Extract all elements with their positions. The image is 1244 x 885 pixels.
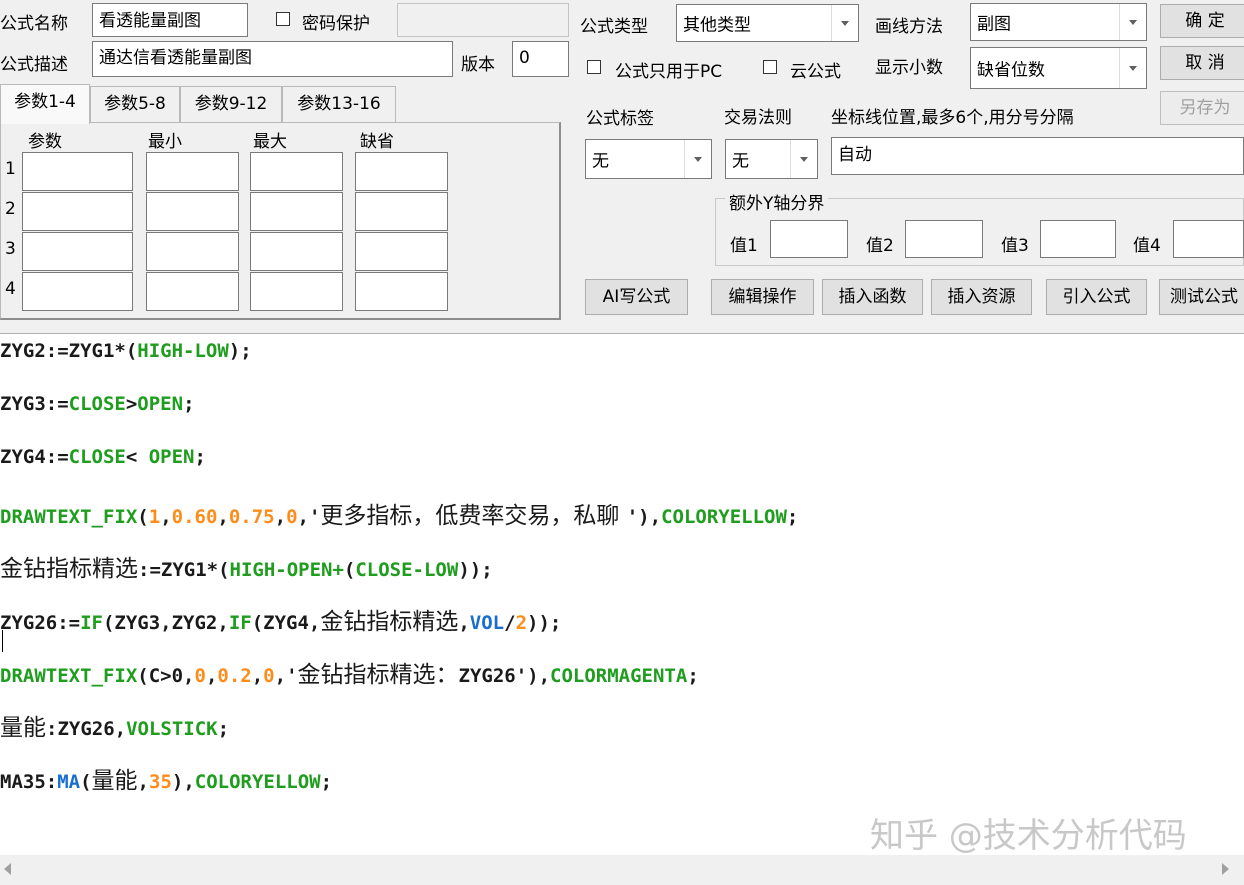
- code-line-3: ZYG4:=CLOSE< OPEN;: [0, 446, 206, 468]
- tab-params-13-16[interactable]: 参数13-16: [282, 86, 396, 122]
- code-line-5: 金钻指标精选:=ZYG1*(HIGH-OPEN+(CLOSE-LOW));: [0, 556, 493, 582]
- param-row-number: 3: [5, 239, 16, 259]
- chevron-down-icon: [790, 140, 817, 178]
- y-value-4-input[interactable]: [1173, 220, 1244, 258]
- formula-type-label: 公式类型: [580, 17, 648, 37]
- scroll-right-icon[interactable]: [1222, 863, 1229, 875]
- chevron-down-icon: [1119, 48, 1146, 88]
- pc-only-label: 公式只用于PC: [615, 62, 723, 82]
- param-2-max-input[interactable]: [250, 192, 343, 231]
- tab-params-1-4[interactable]: 参数1-4: [0, 84, 90, 124]
- password-protect-checkbox[interactable]: [276, 12, 290, 26]
- trade-rule-value: 无: [732, 151, 749, 172]
- cloud-formula-label: 云公式: [790, 62, 841, 82]
- y-value-1-input[interactable]: [770, 220, 848, 258]
- version-input[interactable]: 0: [512, 41, 569, 77]
- param-header-min: 最小: [148, 132, 182, 152]
- password-input[interactable]: [397, 3, 569, 37]
- code-line-1: ZYG2:=ZYG1*(HIGH-LOW);: [0, 340, 252, 362]
- param-1-max-input[interactable]: [250, 152, 343, 191]
- param-3-name-input[interactable]: [22, 232, 133, 271]
- param-header-default: 缺省: [360, 132, 394, 152]
- draw-method-value: 副图: [977, 14, 1011, 35]
- insert-resource-button[interactable]: 插入资源: [931, 279, 1032, 315]
- formula-tag-value: 无: [592, 151, 609, 172]
- formula-tag-label: 公式标签: [586, 109, 654, 129]
- coord-line-input[interactable]: 自动: [831, 137, 1244, 175]
- watermark: 知乎 @技术分析代码: [870, 816, 1187, 856]
- param-4-min-input[interactable]: [146, 272, 239, 311]
- formula-type-select[interactable]: 其他类型: [676, 4, 859, 42]
- code-line-7: DRAWTEXT_FIX(C>0,0,0.2,0,'金钻指标精选：ZYG26')…: [0, 662, 699, 688]
- param-4-max-input[interactable]: [250, 272, 343, 311]
- y-value-2-input[interactable]: [905, 220, 983, 258]
- param-1-default-input[interactable]: [355, 152, 448, 191]
- ai-write-formula-button[interactable]: AI写公式: [585, 279, 688, 315]
- import-formula-button[interactable]: 引入公式: [1046, 279, 1147, 315]
- test-formula-button[interactable]: 测试公式: [1159, 279, 1244, 315]
- version-label: 版本: [461, 55, 495, 75]
- chevron-down-icon: [831, 5, 858, 41]
- formula-desc-label: 公式描述: [0, 55, 68, 75]
- param-1-min-input[interactable]: [146, 152, 239, 191]
- code-line-2: ZYG3:=CLOSE>OPEN;: [0, 393, 195, 415]
- scroll-left-icon[interactable]: [4, 863, 11, 875]
- code-line-8: 量能:ZYG26,VOLSTICK;: [0, 715, 230, 741]
- text-cursor: [2, 630, 3, 652]
- formula-tag-select[interactable]: 无: [585, 139, 712, 179]
- save-as-button[interactable]: 另存为: [1160, 91, 1244, 125]
- param-3-default-input[interactable]: [355, 232, 448, 271]
- decimals-value: 缺省位数: [977, 60, 1045, 81]
- trade-rule-select[interactable]: 无: [725, 139, 818, 179]
- insert-function-button[interactable]: 插入函数: [822, 279, 923, 315]
- cloud-formula-checkbox[interactable]: [763, 60, 777, 74]
- ok-button[interactable]: 确 定: [1160, 4, 1244, 38]
- code-editor[interactable]: ZYG2:=ZYG1*(HIGH-LOW); ZYG3:=CLOSE>OPEN;…: [0, 333, 1244, 856]
- decimals-label: 显示小数: [875, 58, 943, 78]
- formula-type-value: 其他类型: [683, 15, 751, 36]
- tab-params-5-8[interactable]: 参数5-8: [90, 86, 180, 122]
- param-2-default-input[interactable]: [355, 192, 448, 231]
- trade-rule-label: 交易法则: [724, 108, 792, 128]
- param-row-number: 2: [5, 199, 16, 219]
- code-line-6: ZYG26:=IF(ZYG3,ZYG2,IF(ZYG4,金钻指标精选,VOL/2…: [0, 609, 562, 635]
- chevron-down-icon: [684, 140, 711, 178]
- param-header-max: 最大: [253, 132, 287, 152]
- param-1-name-input[interactable]: [22, 152, 133, 191]
- decimals-select[interactable]: 缺省位数: [970, 47, 1147, 89]
- edit-operation-button[interactable]: 编辑操作: [711, 279, 814, 315]
- formula-name-input[interactable]: 看透能量副图: [92, 3, 248, 37]
- draw-method-label: 画线方法: [875, 17, 943, 37]
- y-value-1-label: 值1: [730, 236, 758, 256]
- tab-params-9-12[interactable]: 参数9-12: [180, 86, 282, 122]
- param-3-max-input[interactable]: [250, 232, 343, 271]
- password-protect-label: 密码保护: [302, 14, 370, 34]
- code-line-4: DRAWTEXT_FIX(1,0.60,0.75,0,'更多指标，低费率交易，私…: [0, 503, 799, 529]
- param-row-number: 4: [5, 279, 16, 299]
- param-row-number: 1: [5, 159, 16, 179]
- param-2-min-input[interactable]: [146, 192, 239, 231]
- param-2-name-input[interactable]: [22, 192, 133, 231]
- param-header-name: 参数: [28, 132, 62, 152]
- param-4-name-input[interactable]: [22, 272, 133, 311]
- code-line-9: MA35:MA(量能,35),COLORYELLOW;: [0, 768, 333, 794]
- formula-desc-input[interactable]: 通达信看透能量副图: [92, 41, 453, 77]
- extra-y-axis-label: 额外Y轴分界: [725, 189, 829, 214]
- param-4-default-input[interactable]: [355, 272, 448, 311]
- horizontal-scrollbar[interactable]: [0, 855, 1244, 885]
- y-value-3-input[interactable]: [1040, 220, 1116, 258]
- y-value-2-label: 值2: [866, 236, 894, 256]
- y-value-3-label: 值3: [1001, 236, 1029, 256]
- pc-only-checkbox[interactable]: [587, 60, 601, 74]
- cancel-button[interactable]: 取 消: [1160, 46, 1244, 80]
- y-value-4-label: 值4: [1133, 236, 1161, 256]
- formula-name-label: 公式名称: [0, 14, 68, 34]
- draw-method-select[interactable]: 副图: [970, 3, 1147, 41]
- coord-line-label: 坐标线位置,最多6个,用分号分隔: [831, 108, 1074, 128]
- chevron-down-icon: [1119, 4, 1146, 40]
- param-3-min-input[interactable]: [146, 232, 239, 271]
